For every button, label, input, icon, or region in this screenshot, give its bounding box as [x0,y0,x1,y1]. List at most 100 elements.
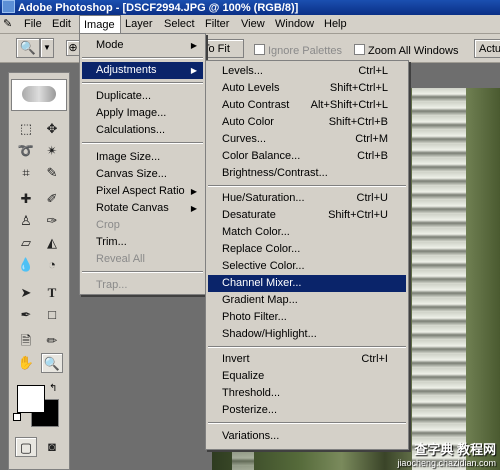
menu-item-shortcut: Ctrl+L [358,65,388,77]
menu-item-label: Variations... [222,430,280,442]
menu-file[interactable]: File [20,15,46,33]
menu-item-desaturate[interactable]: Desaturate Shift+Ctrl+U [208,207,406,224]
move-tool-icon[interactable]: ✥ [41,119,63,139]
foreground-color-swatch[interactable] [17,385,45,413]
menu-item-selective-color[interactable]: Selective Color... [208,258,406,275]
menu-item-mode[interactable]: Mode ▶ [82,37,203,54]
menu-item-trim[interactable]: Trim... [82,234,203,251]
title-bar: Adobe Photoshop - [DSCF2994.JPG @ 100% (… [0,0,500,15]
menu-item-replace-color[interactable]: Replace Color... [208,241,406,258]
menu-item-levels[interactable]: Levels... Ctrl+L [208,63,406,80]
window-title: Adobe Photoshop - [DSCF2994.JPG @ 100% (… [18,2,299,14]
menu-item-photo-filter[interactable]: Photo Filter... [208,309,406,326]
type-tool-icon[interactable]: T [41,283,63,303]
menu-select[interactable]: Select [160,15,199,33]
menu-item-shadow-highlight[interactable]: Shadow/Highlight... [208,326,406,343]
checkbox-box [354,44,365,55]
menu-item-auto-levels[interactable]: Auto Levels Shift+Ctrl+L [208,80,406,97]
menu-view[interactable]: View [237,15,269,33]
menu-item-label: Replace Color... [222,243,301,255]
menu-item-posterize[interactable]: Posterize... [208,402,406,419]
menu-item-label: Brightness/Contrast... [222,167,328,179]
crop-tool-icon[interactable]: ⌗ [15,163,37,183]
eraser-tool-icon[interactable]: ▱ [15,233,37,253]
blur-tool-icon[interactable]: 💧 [15,255,37,275]
magic-wand-tool-icon[interactable]: ✴ [41,141,63,161]
zoom-tool-preset-icon[interactable]: 🔍 [16,38,40,58]
menu-layer[interactable]: Layer [121,15,157,33]
preset-dropdown-arrow-icon[interactable]: ▼ [40,38,54,58]
menu-item-pixel-aspect-ratio[interactable]: Pixel Aspect Ratio ▶ [82,183,203,200]
path-selection-tool-icon[interactable]: ➤ [15,283,37,303]
menu-separator [82,142,203,144]
menu-item-canvas-size[interactable]: Canvas Size... [82,166,203,183]
menu-window[interactable]: Window [271,15,318,33]
paint-bucket-tool-icon[interactable]: ◭ [41,233,63,253]
default-colors-icon[interactable] [13,413,23,423]
menu-filter[interactable]: Filter [201,15,233,33]
actual-pixels-button[interactable]: Actu [474,39,500,58]
brush-tool-icon[interactable]: ✐ [41,189,63,209]
quick-mask-mode-icon[interactable]: ◙ [41,437,63,457]
menu-item-adjustments[interactable]: Adjustments ▶ [82,62,203,79]
menu-item-rotate-canvas[interactable]: Rotate Canvas ▶ [82,200,203,217]
rectangle-tool-icon[interactable]: □ [41,305,63,325]
eyedropper-tool-icon[interactable]: ✏ [41,331,63,351]
menu-item-image-size[interactable]: Image Size... [82,149,203,166]
menu-item-invert[interactable]: Invert Ctrl+I [208,351,406,368]
menu-item-shortcut: Ctrl+M [355,133,388,145]
menu-item-label: Trim... [96,236,127,248]
pen-tool-icon[interactable]: ✒ [15,305,37,325]
menu-item-variations[interactable]: Variations... [208,428,406,445]
clone-stamp-tool-icon[interactable]: ♙ [15,211,37,231]
zoom-tool-icon[interactable]: 🔍 [41,353,63,373]
history-brush-tool-icon[interactable]: ✑ [41,211,63,231]
menu-item-duplicate[interactable]: Duplicate... [82,88,203,105]
feather-logo-icon[interactable] [11,79,67,111]
marquee-tool-icon[interactable]: ⬚ [15,119,37,139]
menu-edit[interactable]: Edit [48,15,75,33]
ignore-palettes-label: Ignore Palettes [268,45,342,57]
menu-item-label: Desaturate [222,209,276,221]
menu-item-label: Crop [96,219,120,231]
lasso-tool-icon[interactable]: ➰ [15,141,37,161]
menu-item-shortcut: Shift+Ctrl+L [329,82,388,94]
menu-item-threshold[interactable]: Threshold... [208,385,406,402]
menu-item-auto-color[interactable]: Auto Color Shift+Ctrl+B [208,114,406,131]
menu-item-shortcut: Ctrl+I [361,353,388,365]
menu-item-label: Apply Image... [96,107,167,119]
app-menu-icon[interactable]: ✎ [3,18,15,30]
menu-item-curves[interactable]: Curves... Ctrl+M [208,131,406,148]
menu-item-label: Posterize... [222,404,278,416]
slice-tool-icon[interactable]: ✎ [41,163,63,183]
menu-item-auto-contrast[interactable]: Auto Contrast Alt+Shift+Ctrl+L [208,97,406,114]
healing-brush-tool-icon[interactable]: ✚ [15,189,37,209]
menu-item-match-color[interactable]: Match Color... [208,224,406,241]
dodge-tool-icon[interactable]: ◔ [41,255,63,275]
menu-item-calculations[interactable]: Calculations... [82,122,203,139]
standard-mode-icon[interactable]: ▢ [15,437,37,457]
hand-tool-icon[interactable]: ✋ [15,353,37,373]
swap-colors-icon[interactable]: ↰ [49,383,57,394]
menu-image[interactable]: Image [79,15,121,33]
fit-on-screen-label: To Fit [203,43,230,55]
ignore-palettes-checkbox[interactable]: Ignore Palettes [254,44,342,57]
menu-item-label: Match Color... [222,226,290,238]
zoom-in-icon[interactable]: ⊕ [66,40,80,56]
notes-tool-icon[interactable]: 🗎 [15,331,37,351]
menu-item-brightness-contrast[interactable]: Brightness/Contrast... [208,165,406,182]
menu-item-equalize[interactable]: Equalize [208,368,406,385]
menu-item-label: Auto Contrast [222,99,290,111]
zoom-all-windows-checkbox[interactable]: Zoom All Windows [354,44,458,57]
menu-help[interactable]: Help [320,15,351,33]
menu-item-apply-image[interactable]: Apply Image... [82,105,203,122]
menu-item-crop: Crop [82,217,203,234]
menu-item-label: Equalize [222,370,265,382]
menu-item-gradient-map[interactable]: Gradient Map... [208,292,406,309]
menu-separator [82,57,203,59]
menu-separator [82,271,203,273]
options-bar: 🔍 ▼ ⊕ To Fit Ignore Palettes Zoom All Wi… [0,34,500,63]
menu-item-color-balance[interactable]: Color Balance... Ctrl+B [208,148,406,165]
menu-item-hue-saturation[interactable]: Hue/Saturation... Ctrl+U [208,190,406,207]
menu-item-channel-mixer[interactable]: Channel Mixer... [208,275,406,292]
